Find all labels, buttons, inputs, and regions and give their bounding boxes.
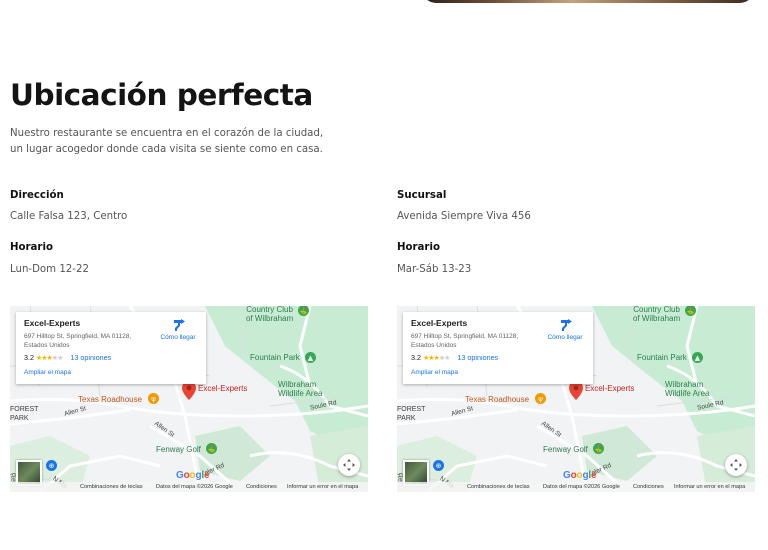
branch-value: Avenida Siempre Viva 456 — [397, 211, 531, 222]
fountain-park-label[interactable]: Fountain Park — [637, 353, 687, 362]
map-footer: Combinaciones de teclas Datos del mapa ©… — [10, 482, 368, 492]
forest-park-label: FOREST PARK — [397, 406, 426, 422]
restaurant-icon[interactable]: ψ — [535, 393, 546, 404]
directions-icon — [173, 319, 185, 331]
golf-course-label[interactable]: Fenway Golf — [543, 445, 588, 454]
enlarge-map-link[interactable]: Ampliar el mapa — [24, 369, 71, 376]
map-footer: Combinaciones de teclas Datos del mapa ©… — [397, 482, 755, 492]
keyboard-shortcuts-link[interactable]: Combinaciones de teclas — [80, 484, 143, 490]
enlarge-map-link[interactable]: Ampliar el mapa — [411, 369, 458, 376]
place-info-card: Excel-Experts 697 Hilltop St, Springfiel… — [403, 312, 593, 384]
hours-label: Horario — [397, 242, 440, 253]
shopping-icon[interactable]: ⊕ — [46, 460, 57, 471]
forest-park-label: FOREST PARK — [10, 406, 39, 422]
place-name: Excel-Experts — [24, 318, 81, 328]
hours-value: Mar-Sáb 13-23 — [397, 264, 472, 275]
map-embed-branch[interactable]: Country Club of Wilbraham ⛳ Fountain Par… — [397, 306, 755, 492]
golf-course-label[interactable]: Fenway Golf — [156, 445, 201, 454]
restaurant-icon[interactable]: ψ — [148, 393, 159, 404]
directions-icon — [560, 319, 572, 331]
hours-value: Lun-Dom 12-22 — [10, 264, 89, 275]
intro-line-2: un lugar acogedor donde cada visita se s… — [10, 143, 323, 155]
terms-link[interactable]: Condiciones — [246, 484, 277, 490]
fullscreen-button[interactable] — [338, 454, 360, 476]
restaurant-label[interactable]: Texas Roadhouse — [465, 395, 529, 404]
hours-label: Horario — [10, 242, 53, 253]
keyboard-shortcuts-link[interactable]: Combinaciones de teclas — [467, 484, 530, 490]
fullscreen-icon — [730, 459, 742, 471]
map-data-text: Datos del mapa ©2026 Google — [156, 484, 233, 490]
fullscreen-button[interactable] — [725, 454, 747, 476]
place-info-card: Excel-Experts 697 Hilltop St, Springfiel… — [16, 312, 206, 384]
restaurant-label[interactable]: Texas Roadhouse — [78, 395, 142, 404]
branch-label: Sucursal — [397, 190, 447, 201]
section-intro: Nuestro restaurante se encuentra en el c… — [10, 126, 410, 157]
shopping-icon[interactable]: ⊕ — [433, 460, 444, 471]
wildlife-area-label[interactable]: Wilbraham Wildlife Area — [665, 380, 709, 398]
place-address: 697 Hilltop St, Springfield, MA 01128, E… — [411, 333, 519, 349]
terms-link[interactable]: Condiciones — [633, 484, 664, 490]
report-error-link[interactable]: Informar un error en el mapa — [674, 484, 745, 490]
fullscreen-icon — [343, 459, 355, 471]
intro-line-1: Nuestro restaurante se encuentra en el c… — [10, 128, 324, 139]
map-data-text: Datos del mapa ©2026 Google — [543, 484, 620, 490]
place-address: 697 Hilltop St, Springfield, MA 01128, E… — [24, 333, 132, 349]
country-club-label[interactable]: Country Club of Wilbraham — [633, 306, 680, 323]
star-rating-icon: ★★★★★ — [36, 354, 63, 362]
hero-image — [422, 0, 754, 3]
section-title: Ubicación perfecta — [10, 78, 313, 112]
reviews-link[interactable]: 13 opiniones — [457, 353, 498, 362]
park-icon[interactable]: ▲ — [692, 352, 703, 363]
address-value: Calle Falsa 123, Centro — [10, 211, 128, 222]
directions-label: Cómo llegar — [547, 334, 583, 341]
directions-button[interactable]: Cómo llegar — [541, 319, 589, 341]
country-club-label[interactable]: Country Club of Wilbraham — [246, 306, 293, 323]
rating-value: 3.2 — [411, 353, 421, 362]
star-rating-icon: ★★★★★ — [423, 354, 450, 362]
wildlife-area-label[interactable]: Wilbraham Wildlife Area — [278, 380, 322, 398]
google-logo: Google — [176, 470, 210, 481]
park-icon[interactable]: ▲ — [305, 352, 316, 363]
golf-icon[interactable]: ⛳ — [593, 443, 604, 454]
location-pin-icon[interactable] — [569, 381, 583, 404]
golf-icon[interactable]: ⛳ — [206, 443, 217, 454]
reviews-link[interactable]: 13 opiniones — [70, 353, 111, 362]
place-rating: 3.2 ★★★★★ 13 opiniones — [24, 353, 111, 362]
place-name: Excel-Experts — [411, 318, 468, 328]
location-pin-icon[interactable] — [182, 381, 196, 404]
pin-label[interactable]: Excel-Experts — [198, 384, 247, 393]
rating-value: 3.2 — [24, 353, 34, 362]
report-error-link[interactable]: Informar un error en el mapa — [287, 484, 358, 490]
pin-label[interactable]: Excel-Experts — [585, 384, 634, 393]
fountain-park-label[interactable]: Fountain Park — [250, 353, 300, 362]
map-embed-main[interactable]: Country Club of Wilbraham ⛳ Fountain Par… — [10, 306, 368, 492]
directions-label: Cómo llegar — [160, 334, 196, 341]
google-logo: Google — [563, 470, 597, 481]
address-label: Dirección — [10, 190, 64, 201]
place-rating: 3.2 ★★★★★ 13 opiniones — [411, 353, 498, 362]
directions-button[interactable]: Cómo llegar — [154, 319, 202, 341]
